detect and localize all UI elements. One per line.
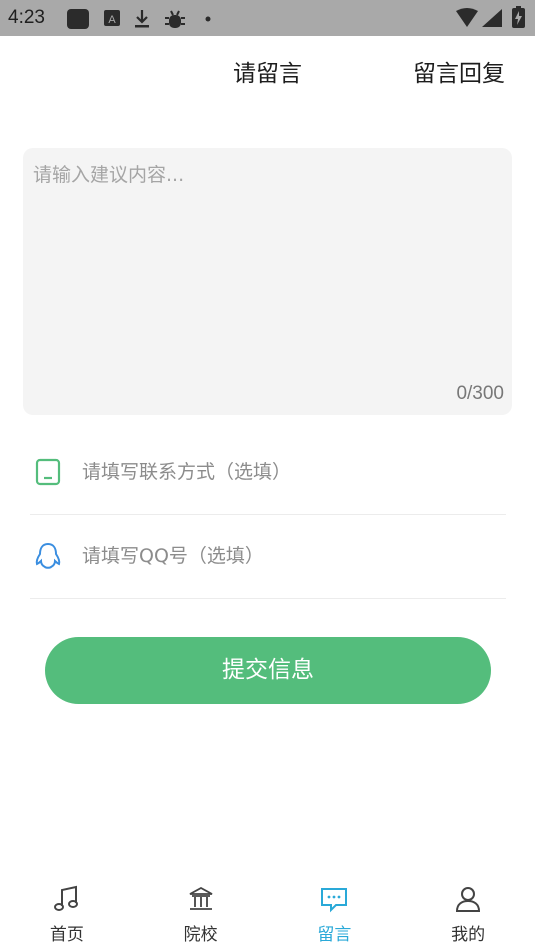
download-icon [135,10,149,28]
nav-label-school: 院校 [183,925,218,945]
bug-icon [165,10,185,28]
char-counter: 0/300 [456,383,504,404]
user-icon [456,887,481,912]
nav-label-mine: 我的 [451,925,486,945]
nav-item-school[interactable]: 院校 [134,874,268,952]
qq-field-row [30,514,506,599]
music-note-icon [53,885,78,911]
qq-input[interactable] [82,514,502,598]
message-input[interactable] [23,148,512,368]
qq-penguin-icon [35,542,61,569]
status-bar: 4:23 A [0,0,535,36]
bottom-nav: 首页 院校 留言 我的 [0,874,535,952]
battery-charging-icon [512,6,525,28]
svg-text:A: A [108,14,116,26]
nav-item-message[interactable]: 留言 [268,874,402,952]
chat-bubble-icon [321,888,348,913]
nav-item-mine[interactable]: 我的 [401,874,535,952]
school-building-icon [189,886,213,910]
message-box: 0/300 [23,148,512,415]
nav-label-message: 留言 [317,925,352,945]
signal-icon [482,9,502,27]
wifi-icon [456,8,478,27]
app-square-icon [67,9,89,29]
nav-label-home: 首页 [49,925,84,945]
status-time: 4:23 [8,7,45,28]
contact-input[interactable] [82,430,502,514]
nav-item-home[interactable]: 首页 [0,874,134,952]
message-reply-button[interactable]: 留言回复 [413,54,505,88]
dot-icon [205,16,211,22]
keyboard-a-icon: A [104,10,120,26]
phone-icon [35,458,61,486]
contact-field-row [30,430,506,515]
submit-button[interactable]: 提交信息 [45,637,491,704]
